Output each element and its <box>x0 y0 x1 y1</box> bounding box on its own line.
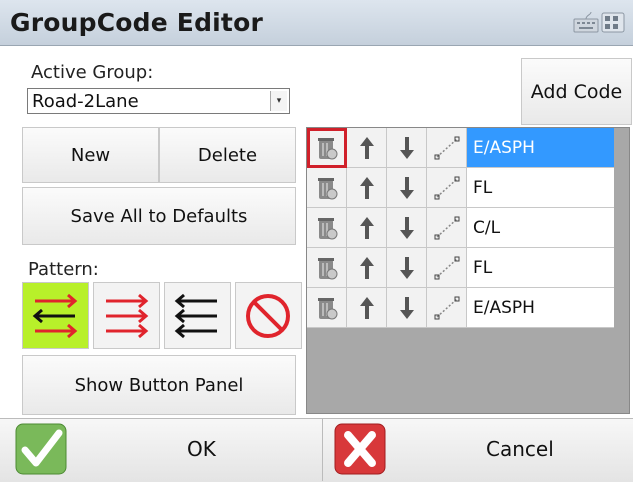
code-row[interactable]: FL <box>307 248 629 288</box>
arrow-down-icon <box>399 176 414 199</box>
window-title: GroupCode Editor <box>10 8 263 37</box>
arrow-down-icon <box>399 136 414 159</box>
move-down-button[interactable] <box>387 288 427 328</box>
code-row[interactable]: E/ASPH <box>307 128 629 168</box>
code-name[interactable]: FL <box>467 168 614 208</box>
code-name[interactable]: FL <box>467 248 614 288</box>
delete-button[interactable]: Delete <box>159 127 296 183</box>
line-toggle-button[interactable] <box>427 128 467 168</box>
trash-icon <box>317 297 337 319</box>
active-group-value: Road-2Lane <box>32 91 139 112</box>
pattern-left[interactable] <box>164 282 231 349</box>
arrow-up-icon <box>359 296 374 319</box>
keyboard-icon[interactable] <box>573 12 625 34</box>
left-arrows-icon <box>174 293 217 339</box>
code-name[interactable]: E/ASPH <box>467 288 614 328</box>
line-segment-icon <box>434 216 459 239</box>
checkmark-icon <box>15 423 67 475</box>
save-all-defaults-button[interactable]: Save All to Defaults <box>22 187 296 245</box>
alternating-arrows-icon <box>32 293 78 339</box>
arrow-down-icon <box>399 296 414 319</box>
trash-icon <box>317 257 337 279</box>
line-segment-icon <box>434 136 459 159</box>
move-up-button[interactable] <box>347 128 387 168</box>
dropdown-arrow-icon[interactable]: ▾ <box>270 91 287 111</box>
line-toggle-button[interactable] <box>427 208 467 248</box>
code-name[interactable]: E/ASPH <box>467 128 614 168</box>
active-group-label: Active Group: <box>31 62 154 83</box>
trash-icon <box>317 177 337 199</box>
title-bar: GroupCode Editor <box>0 0 633 46</box>
right-arrows-icon <box>106 293 149 339</box>
pattern-none[interactable] <box>235 282 302 349</box>
line-toggle-button[interactable] <box>427 168 467 208</box>
delete-code-button[interactable] <box>307 168 347 208</box>
pattern-alternating[interactable] <box>22 282 89 349</box>
cancel-button[interactable]: Cancel <box>323 418 633 481</box>
cancel-label: Cancel <box>486 437 554 461</box>
line-segment-icon <box>434 176 459 199</box>
delete-code-button[interactable] <box>307 208 347 248</box>
move-down-button[interactable] <box>387 248 427 288</box>
show-button-panel-button[interactable]: Show Button Panel <box>22 355 296 415</box>
move-down-button[interactable] <box>387 208 427 248</box>
pattern-right[interactable] <box>93 282 160 349</box>
move-up-button[interactable] <box>347 248 387 288</box>
add-code-button[interactable]: Add Code <box>521 58 632 125</box>
code-name[interactable]: C/L <box>467 208 614 248</box>
move-down-button[interactable] <box>387 168 427 208</box>
active-group-select[interactable]: Road-2Lane ▾ <box>27 88 290 114</box>
new-button[interactable]: New <box>22 127 159 183</box>
no-pattern-icon <box>246 294 290 338</box>
trash-icon <box>317 137 337 159</box>
line-toggle-button[interactable] <box>427 248 467 288</box>
code-row[interactable]: E/ASPH <box>307 288 629 328</box>
code-list[interactable]: E/ASPH FL C/L FL E/ASPH <box>306 127 630 414</box>
arrow-up-icon <box>359 136 374 159</box>
line-segment-icon <box>434 296 459 319</box>
arrow-up-icon <box>359 216 374 239</box>
move-up-button[interactable] <box>347 288 387 328</box>
line-toggle-button[interactable] <box>427 288 467 328</box>
code-row[interactable]: C/L <box>307 208 629 248</box>
arrow-up-icon <box>359 256 374 279</box>
ok-button[interactable]: OK <box>0 418 322 481</box>
delete-code-button[interactable] <box>307 128 347 168</box>
pattern-label: Pattern: <box>28 259 99 280</box>
code-row[interactable]: FL <box>307 168 629 208</box>
arrow-down-icon <box>399 256 414 279</box>
delete-code-button[interactable] <box>307 288 347 328</box>
cancel-x-icon <box>334 423 386 475</box>
move-up-button[interactable] <box>347 208 387 248</box>
arrow-down-icon <box>399 216 414 239</box>
delete-code-button[interactable] <box>307 248 347 288</box>
trash-icon <box>317 217 337 239</box>
ok-label: OK <box>187 437 216 461</box>
arrow-up-icon <box>359 176 374 199</box>
move-down-button[interactable] <box>387 128 427 168</box>
move-up-button[interactable] <box>347 168 387 208</box>
line-segment-icon <box>434 256 459 279</box>
